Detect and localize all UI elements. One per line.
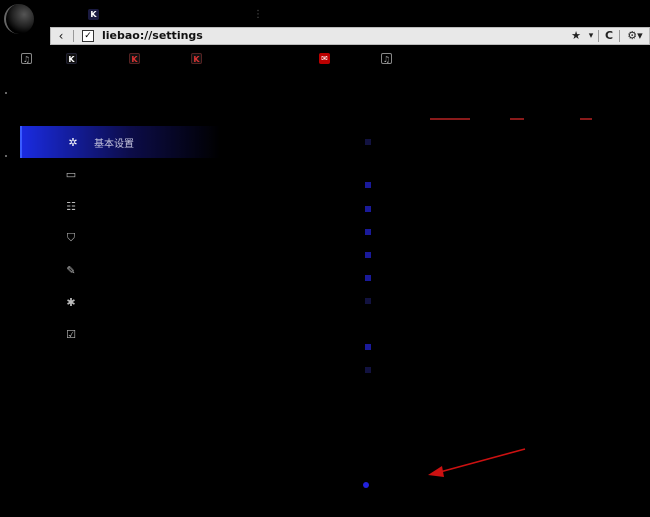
annotation-arrow [428, 448, 526, 477]
